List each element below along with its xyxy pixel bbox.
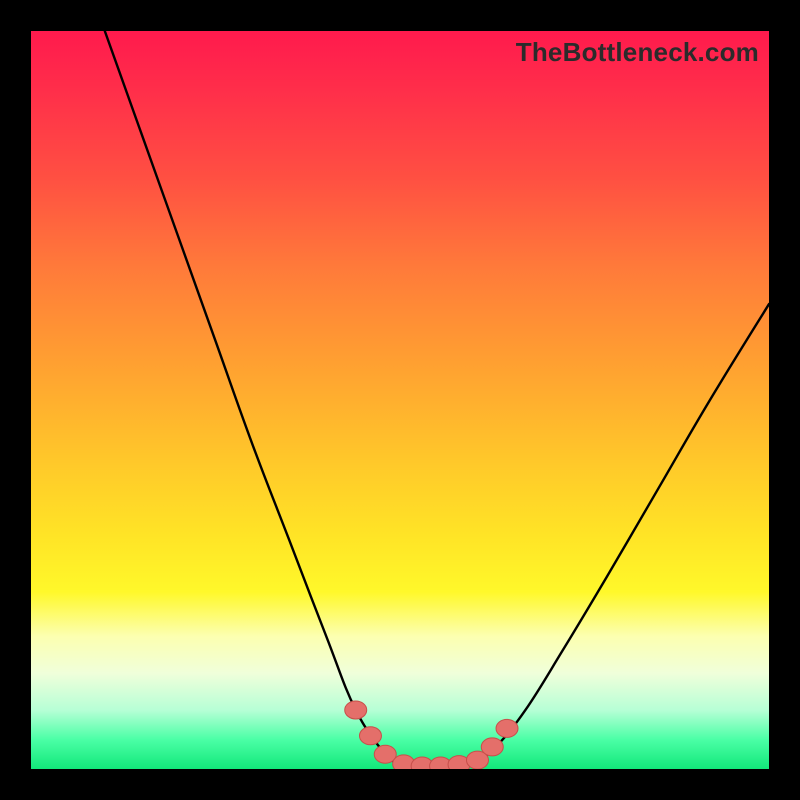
curve-path xyxy=(105,31,769,766)
data-marker xyxy=(345,701,367,719)
data-marker xyxy=(481,738,503,756)
chart-frame: TheBottleneck.com xyxy=(0,0,800,800)
data-marker xyxy=(496,719,518,737)
data-marker xyxy=(359,727,381,745)
watermark-text: TheBottleneck.com xyxy=(516,37,759,68)
bottleneck-curve xyxy=(31,31,769,769)
plot-area: TheBottleneck.com xyxy=(31,31,769,769)
